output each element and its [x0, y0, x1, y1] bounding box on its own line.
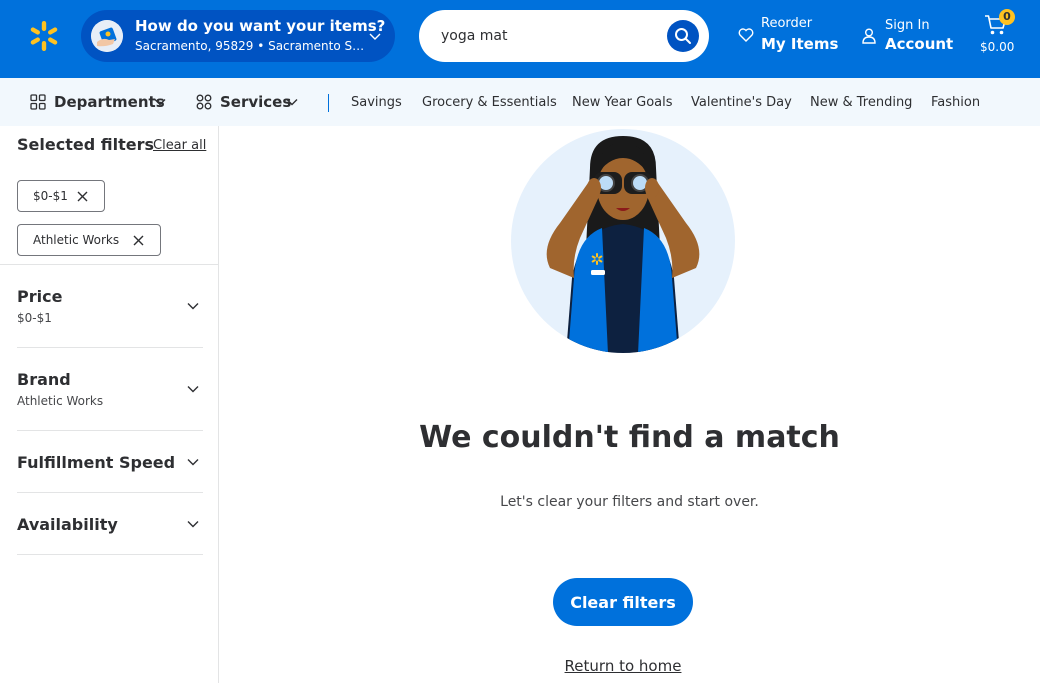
departments-label: Departments — [54, 93, 165, 111]
divider — [0, 264, 218, 265]
category-nav: Departments Services Savings Grocery & E… — [0, 78, 1040, 126]
return-to-home-link[interactable]: Return to home — [565, 657, 682, 675]
search-button[interactable] — [667, 20, 699, 52]
facet-selected-value: $0-$1 — [17, 311, 52, 325]
chevron-down-icon — [187, 521, 199, 528]
chevron-down-icon — [187, 386, 199, 393]
chevron-down-icon — [369, 33, 381, 40]
close-icon[interactable] — [133, 235, 144, 246]
nav-link-grocery[interactable]: Grocery & Essentials — [422, 95, 557, 110]
facet-title: Price — [17, 287, 63, 306]
divider — [17, 347, 203, 348]
binoculars-illustration — [511, 129, 735, 353]
nav-link-savings[interactable]: Savings — [351, 95, 402, 110]
divider — [17, 554, 203, 555]
chevron-down-icon — [286, 99, 298, 106]
facet-price[interactable]: Price $0-$1 — [17, 287, 203, 327]
facet-title: Brand — [17, 370, 71, 389]
facet-fulfillment-speed[interactable]: Fulfillment Speed — [17, 453, 203, 477]
facet-title: Availability — [17, 515, 118, 534]
nav-link-new-trending[interactable]: New & Trending — [810, 95, 912, 110]
facet-brand[interactable]: Brand Athletic Works — [17, 370, 203, 410]
person-icon — [862, 28, 876, 44]
sign-in-account[interactable]: Sign In Account — [860, 14, 954, 60]
heart-icon — [738, 28, 754, 42]
delivery-location: Sacramento, 95829 • Sacramento Supercent… — [135, 39, 367, 53]
filter-sidebar: Selected filters Clear all $0-$1 Athleti… — [0, 126, 219, 683]
close-icon[interactable] — [77, 191, 88, 202]
cart-button[interactable]: 0 $0.00 — [975, 8, 1025, 60]
search-bar — [419, 10, 709, 62]
empty-state-message: Let's clear your filters and start over. — [500, 494, 759, 510]
chevron-down-icon — [187, 303, 199, 310]
walmart-spark-icon[interactable] — [27, 19, 61, 53]
search-input[interactable] — [441, 24, 651, 48]
services-label: Services — [220, 93, 292, 111]
nav-divider — [328, 94, 329, 112]
facet-title: Fulfillment Speed — [17, 453, 176, 472]
delivery-selector[interactable]: How do you want your items? Sacramento, … — [81, 10, 395, 62]
header: How do you want your items? Sacramento, … — [0, 0, 1040, 78]
divider — [17, 492, 203, 493]
search-icon — [675, 28, 691, 44]
return-home-container: Return to home — [219, 657, 1027, 675]
filter-chip-label: Athletic Works — [33, 233, 120, 247]
nav-link-valentines-day[interactable]: Valentine's Day — [691, 95, 792, 110]
empty-state-headline: We couldn't find a match — [419, 420, 840, 455]
services-menu[interactable]: Services — [196, 92, 306, 112]
selected-filters-title: Selected filters — [17, 135, 154, 154]
reorder-label: Reorder — [761, 16, 813, 31]
nav-link-new-year-goals[interactable]: New Year Goals — [572, 95, 673, 110]
filter-chip-label: $0-$1 — [33, 189, 68, 203]
cart-total: $0.00 — [980, 40, 1015, 54]
clear-all-link[interactable]: Clear all — [153, 138, 206, 153]
cart-count-badge: 0 — [999, 9, 1015, 25]
chevron-down-icon — [154, 99, 166, 106]
departments-menu[interactable]: Departments — [30, 92, 170, 112]
clear-filters-button[interactable]: Clear filters — [553, 578, 693, 626]
filter-chip-price[interactable]: $0-$1 — [17, 180, 105, 212]
divider — [17, 430, 203, 431]
my-items-label: My Items — [761, 35, 839, 53]
sign-in-label: Sign In — [885, 18, 930, 33]
reorder-my-items[interactable]: Reorder My Items — [736, 14, 838, 60]
nav-link-fashion[interactable]: Fashion — [931, 95, 980, 110]
grid-icon — [30, 94, 46, 110]
chevron-down-icon — [187, 459, 199, 466]
facet-availability[interactable]: Availability — [17, 515, 203, 539]
services-icon — [196, 94, 212, 110]
delivery-icon — [91, 20, 123, 52]
facet-selected-value: Athletic Works — [17, 394, 104, 408]
filter-chip-brand[interactable]: Athletic Works — [17, 224, 161, 256]
delivery-title: How do you want your items? — [135, 17, 386, 35]
account-label: Account — [885, 35, 954, 53]
